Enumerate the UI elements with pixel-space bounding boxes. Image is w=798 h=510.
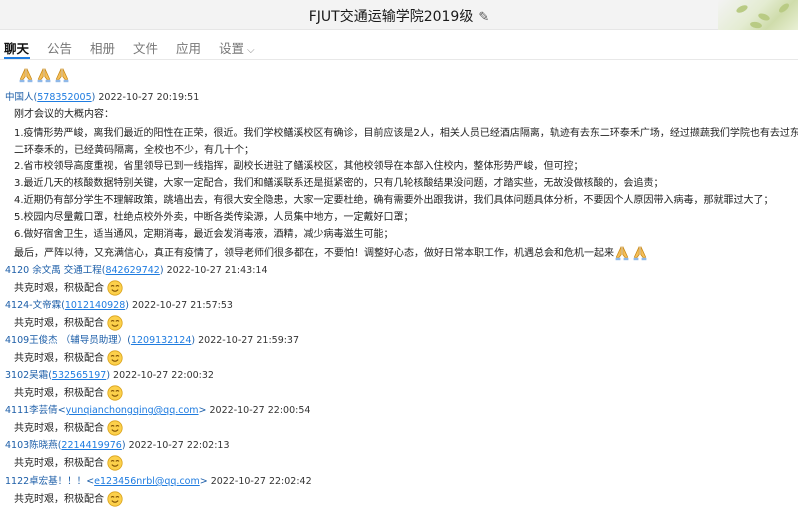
message-header: 4103陈晓燕(2214419976) 2022-10-27 22:02:13 <box>5 440 230 451</box>
sender-qq[interactable]: e123456nrbl@qq.com <box>94 476 200 487</box>
sender-qq[interactable]: 842629742 <box>105 265 159 276</box>
tab-apps[interactable]: 应用 <box>176 38 201 57</box>
message-header: 中国人(578352005) 2022-10-27 20:19:51 <box>5 92 200 103</box>
sender-name[interactable]: 中国人 <box>5 92 34 103</box>
sender-name[interactable]: 4109王俊杰 <box>5 335 58 346</box>
edit-title-icon[interactable]: ✎ <box>478 10 489 25</box>
sender-name[interactable]: 1122卓宏基！！！ <box>5 476 86 487</box>
pray-hands-icon <box>37 68 51 83</box>
smile-face-icon <box>107 315 123 331</box>
window-title-area: FJUT交通运输学院2019级 ✎ <box>0 6 798 26</box>
pray-hands-icon <box>19 68 33 83</box>
tab-announcements[interactable]: 公告 <box>47 38 72 57</box>
message-header: 4124-文帝霖(1012140928) 2022-10-27 21:57:53 <box>5 300 233 311</box>
message-timestamp: 2022-10-27 21:59:37 <box>198 335 300 346</box>
sender-qq[interactable]: yunqianchongqing@qq.com <box>66 405 199 416</box>
message-text: 共克时艰，积极配合 <box>14 454 123 471</box>
title-bar: FJUT交通运输学院2019级 ✎ <box>0 0 798 30</box>
tab-bar: 聊天 公告 相册 文件 应用 设置 ⌵ <box>0 30 798 60</box>
message-timestamp: 2022-10-27 22:02:13 <box>128 440 230 451</box>
message-text: 共克时艰，积极配合 <box>14 279 123 296</box>
active-tab-indicator <box>4 57 30 59</box>
smile-face-icon <box>107 385 123 401</box>
tab-chat[interactable]: 聊天 <box>4 38 29 57</box>
message-text-line: 刚才会议的大概内容： <box>14 109 114 120</box>
message-text-line: 4.近期仍有部分学生不理解政策，跳墙出去，有很大安全隐患，大家一定要杜绝，确有需… <box>14 195 774 206</box>
sender-qq[interactable]: 2214419976 <box>61 440 121 451</box>
message-timestamp: 2022-10-27 21:43:14 <box>166 265 268 276</box>
sender-name[interactable]: 4103陈晓燕 <box>5 440 58 451</box>
message-text: 共克时艰，积极配合 <box>14 490 123 507</box>
pray-hands-icon <box>55 68 69 83</box>
sender-qq[interactable]: 532565197 <box>52 370 106 381</box>
sender-title: （辅导员助理） <box>57 335 128 346</box>
chevron-down-icon: ⌵ <box>247 45 255 56</box>
message-text: 共克时艰，积极配合 <box>14 349 123 366</box>
window-title: FJUT交通运输学院2019级 <box>308 9 474 25</box>
pray-hands-icon <box>633 246 647 261</box>
sender-name[interactable]: 4111李芸倩 <box>5 405 58 416</box>
smile-face-icon <box>107 280 123 296</box>
sender-name[interactable]: 3102吴霜 <box>5 370 48 381</box>
message-header: 3102吴霜(532565197) 2022-10-27 22:00:32 <box>5 370 214 381</box>
message-text-line: 二环泰禾的，已经黄码隔离，全校也不少，有几十个； <box>14 145 254 156</box>
smile-face-icon <box>107 491 123 507</box>
tab-files[interactable]: 文件 <box>133 38 158 57</box>
message-text-line: 1.疫情形势严峻，离我们最近的阳性在正荣，很近。我们学校鳝溪校区有确诊，目前应该… <box>14 128 798 139</box>
smile-face-icon <box>107 420 123 436</box>
message-timestamp: 2022-10-27 20:19:51 <box>98 92 200 103</box>
message-text-line: 最后，严阵以待，又充满信心，真正有疫情了，领导老师们很多都在，不要怕！调整好心态… <box>14 244 650 261</box>
sender-name[interactable]: 4124-文帝霖 <box>5 300 61 311</box>
tab-settings[interactable]: 设置 ⌵ <box>219 38 255 57</box>
message-text-line: 2.省市校领导高度重视，省里领导已到一线指挥，副校长进驻了鳝溪校区，其他校领导在… <box>14 161 584 172</box>
message-text: 共克时艰，积极配合 <box>14 419 123 436</box>
message-timestamp: 2022-10-27 22:00:32 <box>113 370 214 381</box>
tab-album[interactable]: 相册 <box>90 38 115 57</box>
message-timestamp: 2022-10-27 22:00:54 <box>209 405 311 416</box>
sender-name[interactable]: 4120 余文禹 <box>5 265 61 276</box>
pray-hands-icon <box>615 246 629 261</box>
message-text: 共克时艰，积极配合 <box>14 314 123 331</box>
message-text: 共克时艰，积极配合 <box>14 384 123 401</box>
message-text-line: 5.校园内尽量戴口罩，杜绝点校外外卖，中断各类传染源，人员集中地方，一定戴好口罩… <box>14 212 414 223</box>
message-text-line: 3.最近几天的核酸数据特别关键，大家一定配合，我们和鳝溪联系还是挺紧密的，只有几… <box>14 178 664 189</box>
message-header: 4109王俊杰 （辅导员助理）(1209132124) 2022-10-27 2… <box>5 335 300 346</box>
message-header: 1122卓宏基！！！<e123456nrbl@qq.com> 2022-10-2… <box>5 476 312 487</box>
message-timestamp: 2022-10-27 22:02:42 <box>210 476 312 487</box>
smile-face-icon <box>107 350 123 366</box>
sender-title: 交通工程 <box>60 265 102 276</box>
title-decoration <box>718 0 798 30</box>
message-header: 4120 余文禹 交通工程(842629742) 2022-10-27 21:4… <box>5 265 268 276</box>
chat-message-list[interactable]: 中国人(578352005) 2022-10-27 20:19:51 刚才会议的大… <box>0 61 798 510</box>
sender-qq[interactable]: 578352005 <box>37 92 91 103</box>
sender-qq[interactable]: 1209132124 <box>131 335 191 346</box>
previous-message-emoji-row <box>18 67 72 83</box>
message-text-line: 6.做好宿舍卫生，适当通风，定期消毒，最近会发消毒液，酒精，减少病毒滋生可能； <box>14 229 394 240</box>
sender-qq[interactable]: 1012140928 <box>65 300 125 311</box>
tab-settings-label: 设置 <box>219 41 245 56</box>
message-timestamp: 2022-10-27 21:57:53 <box>132 300 233 311</box>
smile-face-icon <box>107 455 123 471</box>
message-header: 4111李芸倩<yunqianchongqing@qq.com> 2022-10… <box>5 405 311 416</box>
